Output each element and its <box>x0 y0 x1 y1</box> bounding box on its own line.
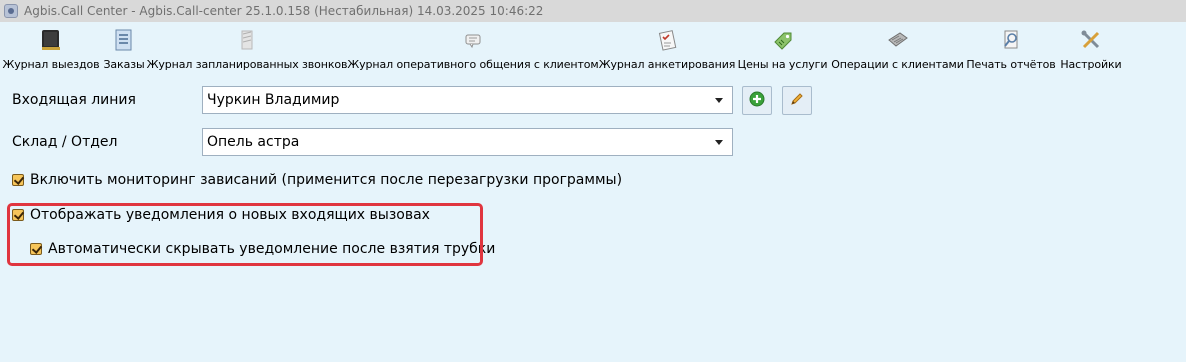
toolbar-scheduled-calls[interactable]: Журнал запланированных звонков <box>147 27 348 75</box>
toolbar-label: Журнал запланированных звонков <box>146 58 348 71</box>
toolbar-service-prices[interactable]: Цены на услуги <box>738 27 827 75</box>
toolbar-client-operations[interactable]: Операции с клиентами <box>831 27 964 75</box>
warehouse-value: Опель астра <box>207 134 300 150</box>
scheduled-calls-icon <box>234 27 260 53</box>
toolbar-label: Журнал анкетирования <box>598 58 736 71</box>
print-report-icon <box>998 27 1024 53</box>
hang-monitoring-label: Включить мониторинг зависаний (применитс… <box>30 172 623 188</box>
toolbar-label: Заказы <box>103 58 145 71</box>
toolbar-label: Операции с клиентами <box>831 58 964 71</box>
toolbar-label: Цены на услуги <box>737 58 828 71</box>
cash-register-icon <box>885 27 911 53</box>
toolbar-journal-trips[interactable]: Журнал выездов <box>2 27 100 75</box>
hang-monitoring-checkbox[interactable]: Включить мониторинг зависаний (применитс… <box>12 172 622 188</box>
toolbar-label: Журнал выездов <box>2 58 100 71</box>
incoming-line-value: Чуркин Владимир <box>207 92 340 108</box>
incoming-line-select[interactable]: Чуркин Владимир <box>202 86 733 114</box>
window-title: Agbis.Call Center - Agbis.Call-center 25… <box>24 4 544 18</box>
toolbar-settings[interactable]: Настройки <box>1059 27 1123 75</box>
chat-bubble-icon <box>460 27 486 53</box>
wrench-screwdriver-icon <box>1078 27 1104 53</box>
pencil-icon <box>789 91 805 111</box>
journal-book-icon <box>38 27 64 53</box>
toolbar-orders[interactable]: Заказы <box>103 27 145 75</box>
highlight-frame <box>7 203 483 266</box>
warehouse-label: Склад / Отдел <box>12 134 118 150</box>
edit-line-button[interactable] <box>782 86 812 115</box>
price-tag-icon <box>770 27 796 53</box>
survey-checklist-icon <box>654 27 680 53</box>
toolbar: Журнал выездов Заказы Журнал запланирова… <box>0 27 1186 75</box>
toolbar-label: Журнал оперативного общения с клиентом <box>347 58 599 71</box>
chevron-down-icon[interactable] <box>706 129 732 155</box>
orders-document-icon <box>111 27 137 53</box>
toolbar-label: Печать отчётов <box>966 58 1056 71</box>
chevron-down-icon[interactable] <box>706 87 732 113</box>
title-bar: Agbis.Call Center - Agbis.Call-center 25… <box>0 0 1186 22</box>
checkbox-checked-icon[interactable] <box>12 174 24 186</box>
toolbar-label: Настройки <box>1060 58 1122 71</box>
add-line-button[interactable] <box>742 86 772 115</box>
toolbar-print-reports[interactable]: Печать отчётов <box>966 27 1056 75</box>
plus-circle-icon <box>749 91 765 111</box>
incoming-line-label: Входящая линия <box>12 92 136 108</box>
toolbar-survey-journal[interactable]: Журнал анкетирования <box>598 27 736 75</box>
toolbar-client-communication[interactable]: Журнал оперативного общения с клиентом <box>347 27 599 75</box>
warehouse-select[interactable]: Опель астра <box>202 128 733 156</box>
app-icon <box>4 4 18 18</box>
